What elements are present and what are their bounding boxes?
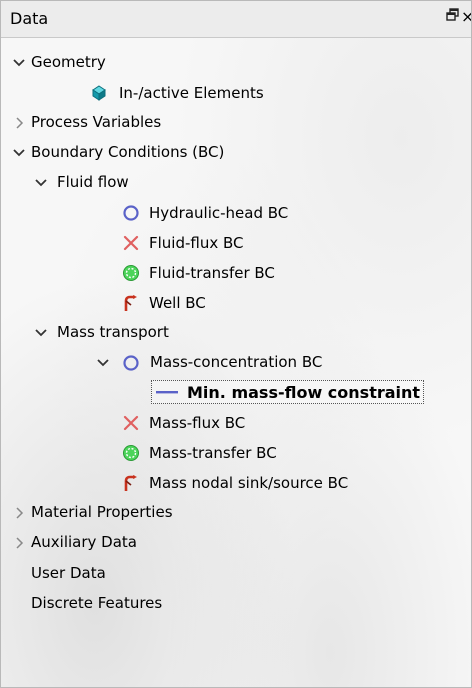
mass-concentration-circle-icon — [121, 353, 141, 373]
chevron-down-icon[interactable] — [12, 56, 26, 70]
chevron-down-icon[interactable] — [12, 146, 26, 160]
tree-label-discrete-features: Discrete Features — [31, 594, 163, 612]
close-icon[interactable]: × — [461, 7, 471, 27]
tree-item-hydraulic-head-bc[interactable]: Hydraulic-head BC — [121, 200, 288, 226]
tree-item-inactive-elements[interactable]: In-/active Elements — [89, 80, 264, 106]
element-cube-icon — [89, 83, 109, 103]
tree-item-well-bc[interactable]: Well BC — [121, 290, 206, 316]
panel-title-bar: Data × — [1, 1, 471, 38]
chevron-down-icon[interactable] — [34, 176, 48, 190]
tree-label-fluid-transfer-bc: Fluid-transfer BC — [149, 264, 275, 282]
tree-label-geometry: Geometry — [31, 53, 106, 71]
data-panel: Data × Geometry — [0, 0, 472, 688]
chevron-down-icon[interactable] — [34, 326, 48, 340]
chevron-right-icon[interactable] — [12, 116, 26, 130]
flux-cross-icon — [121, 413, 141, 433]
tree-label-process-variables: Process Variables — [31, 113, 162, 131]
tree-label-mass-flux-bc: Mass-flux BC — [149, 414, 246, 432]
tree-label-min-mass-flow-constraint: Min. mass-flow constraint — [187, 382, 421, 402]
tree-label-material-properties: Material Properties — [31, 503, 173, 521]
well-icon — [121, 473, 141, 493]
hydraulic-circle-icon — [121, 203, 141, 223]
tree-label-well-bc: Well BC — [149, 294, 206, 312]
constraint-line-icon — [155, 382, 179, 402]
tree-label-inactive-elements: In-/active Elements — [119, 84, 264, 102]
well-icon — [121, 293, 141, 313]
panel-title: Data — [10, 9, 49, 28]
tree-label-mass-nodal-sink-source-bc: Mass nodal sink/source BC — [149, 474, 349, 492]
tree-label-user-data: User Data — [31, 564, 106, 582]
tree-item-fluid-flux-bc[interactable]: Fluid-flux BC — [121, 230, 244, 256]
chevron-down-icon[interactable] — [96, 356, 110, 370]
tree-item-fluid-transfer-bc[interactable]: Fluid-transfer BC — [121, 260, 275, 286]
tree-label-boundary-conditions: Boundary Conditions (BC) — [31, 143, 225, 161]
tree-label-mass-concentration-bc: Mass-concentration BC — [150, 353, 323, 371]
tree-item-discrete-features[interactable]: Discrete Features — [31, 590, 162, 616]
tree-item-user-data[interactable]: User Data — [31, 560, 106, 586]
tree-label-hydraulic-head-bc: Hydraulic-head BC — [149, 204, 289, 222]
tree-label-auxiliary-data: Auxiliary Data — [31, 533, 137, 551]
flux-cross-icon — [121, 233, 141, 253]
tree-label-mass-transfer-bc: Mass-transfer BC — [149, 444, 277, 462]
float-window-icon[interactable] — [445, 8, 461, 26]
tree-item-mass-flux-bc[interactable]: Mass-flux BC — [121, 410, 245, 436]
chevron-right-icon[interactable] — [12, 536, 26, 550]
transfer-circle-icon — [121, 443, 141, 463]
transfer-circle-icon — [121, 263, 141, 283]
tree-label-fluid-flux-bc: Fluid-flux BC — [149, 234, 244, 252]
tree-label-fluid-flow: Fluid flow — [57, 173, 129, 191]
tree-item-mass-nodal-sink-source-bc[interactable]: Mass nodal sink/source BC — [121, 470, 348, 496]
tree-label-mass-transport: Mass transport — [57, 323, 169, 341]
tree-item-mass-transfer-bc[interactable]: Mass-transfer BC — [121, 440, 277, 466]
tree-item-min-mass-flow-constraint[interactable]: Min. mass-flow constraint — [151, 380, 425, 404]
chevron-right-icon[interactable] — [12, 506, 26, 520]
